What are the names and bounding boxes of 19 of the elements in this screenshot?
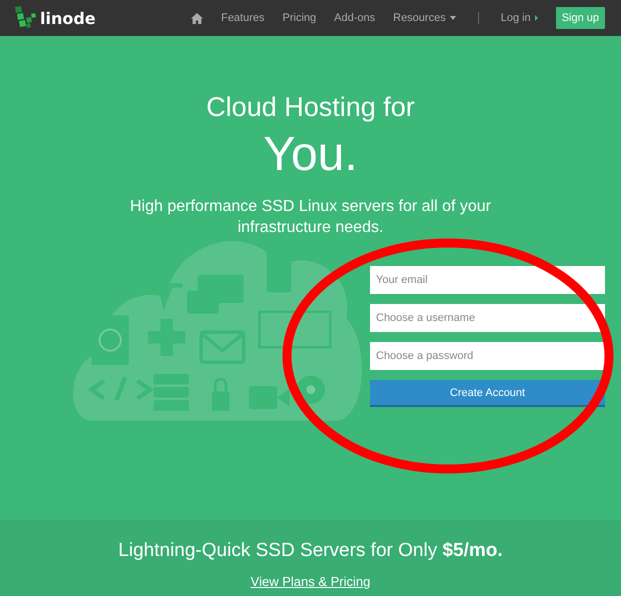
logo-icon xyxy=(14,6,36,30)
create-account-button[interactable]: Create Account xyxy=(370,380,605,407)
logo-text[interactable]: linode xyxy=(40,8,96,28)
nav-dropdown[interactable]: Resources xyxy=(393,12,456,24)
input-field[interactable]: Choose a password xyxy=(370,342,605,370)
login-link[interactable]: Log in xyxy=(500,12,538,24)
home-icon[interactable] xyxy=(191,12,204,24)
nav-link[interactable]: Features xyxy=(221,12,265,24)
hero-subtitle: High performance SSD Linux servers for all of your infrastructure needs. xyxy=(128,197,492,238)
caret-icon xyxy=(450,16,456,20)
hero-title-large: You. xyxy=(263,127,358,182)
nav-link[interactable]: Pricing xyxy=(282,12,316,24)
hero-title: Cloud Hosting for xyxy=(206,92,415,123)
pricing-link[interactable]: View Plans & Pricing xyxy=(250,574,370,589)
caret-icon xyxy=(534,15,538,21)
nav-link[interactable]: Add-ons xyxy=(334,12,376,24)
input-field[interactable]: Choose a username xyxy=(370,304,605,332)
input-field[interactable]: Your email xyxy=(370,266,605,294)
promo-text: Lightning-Quick SSD Servers for Only $5/mo. xyxy=(118,540,503,562)
